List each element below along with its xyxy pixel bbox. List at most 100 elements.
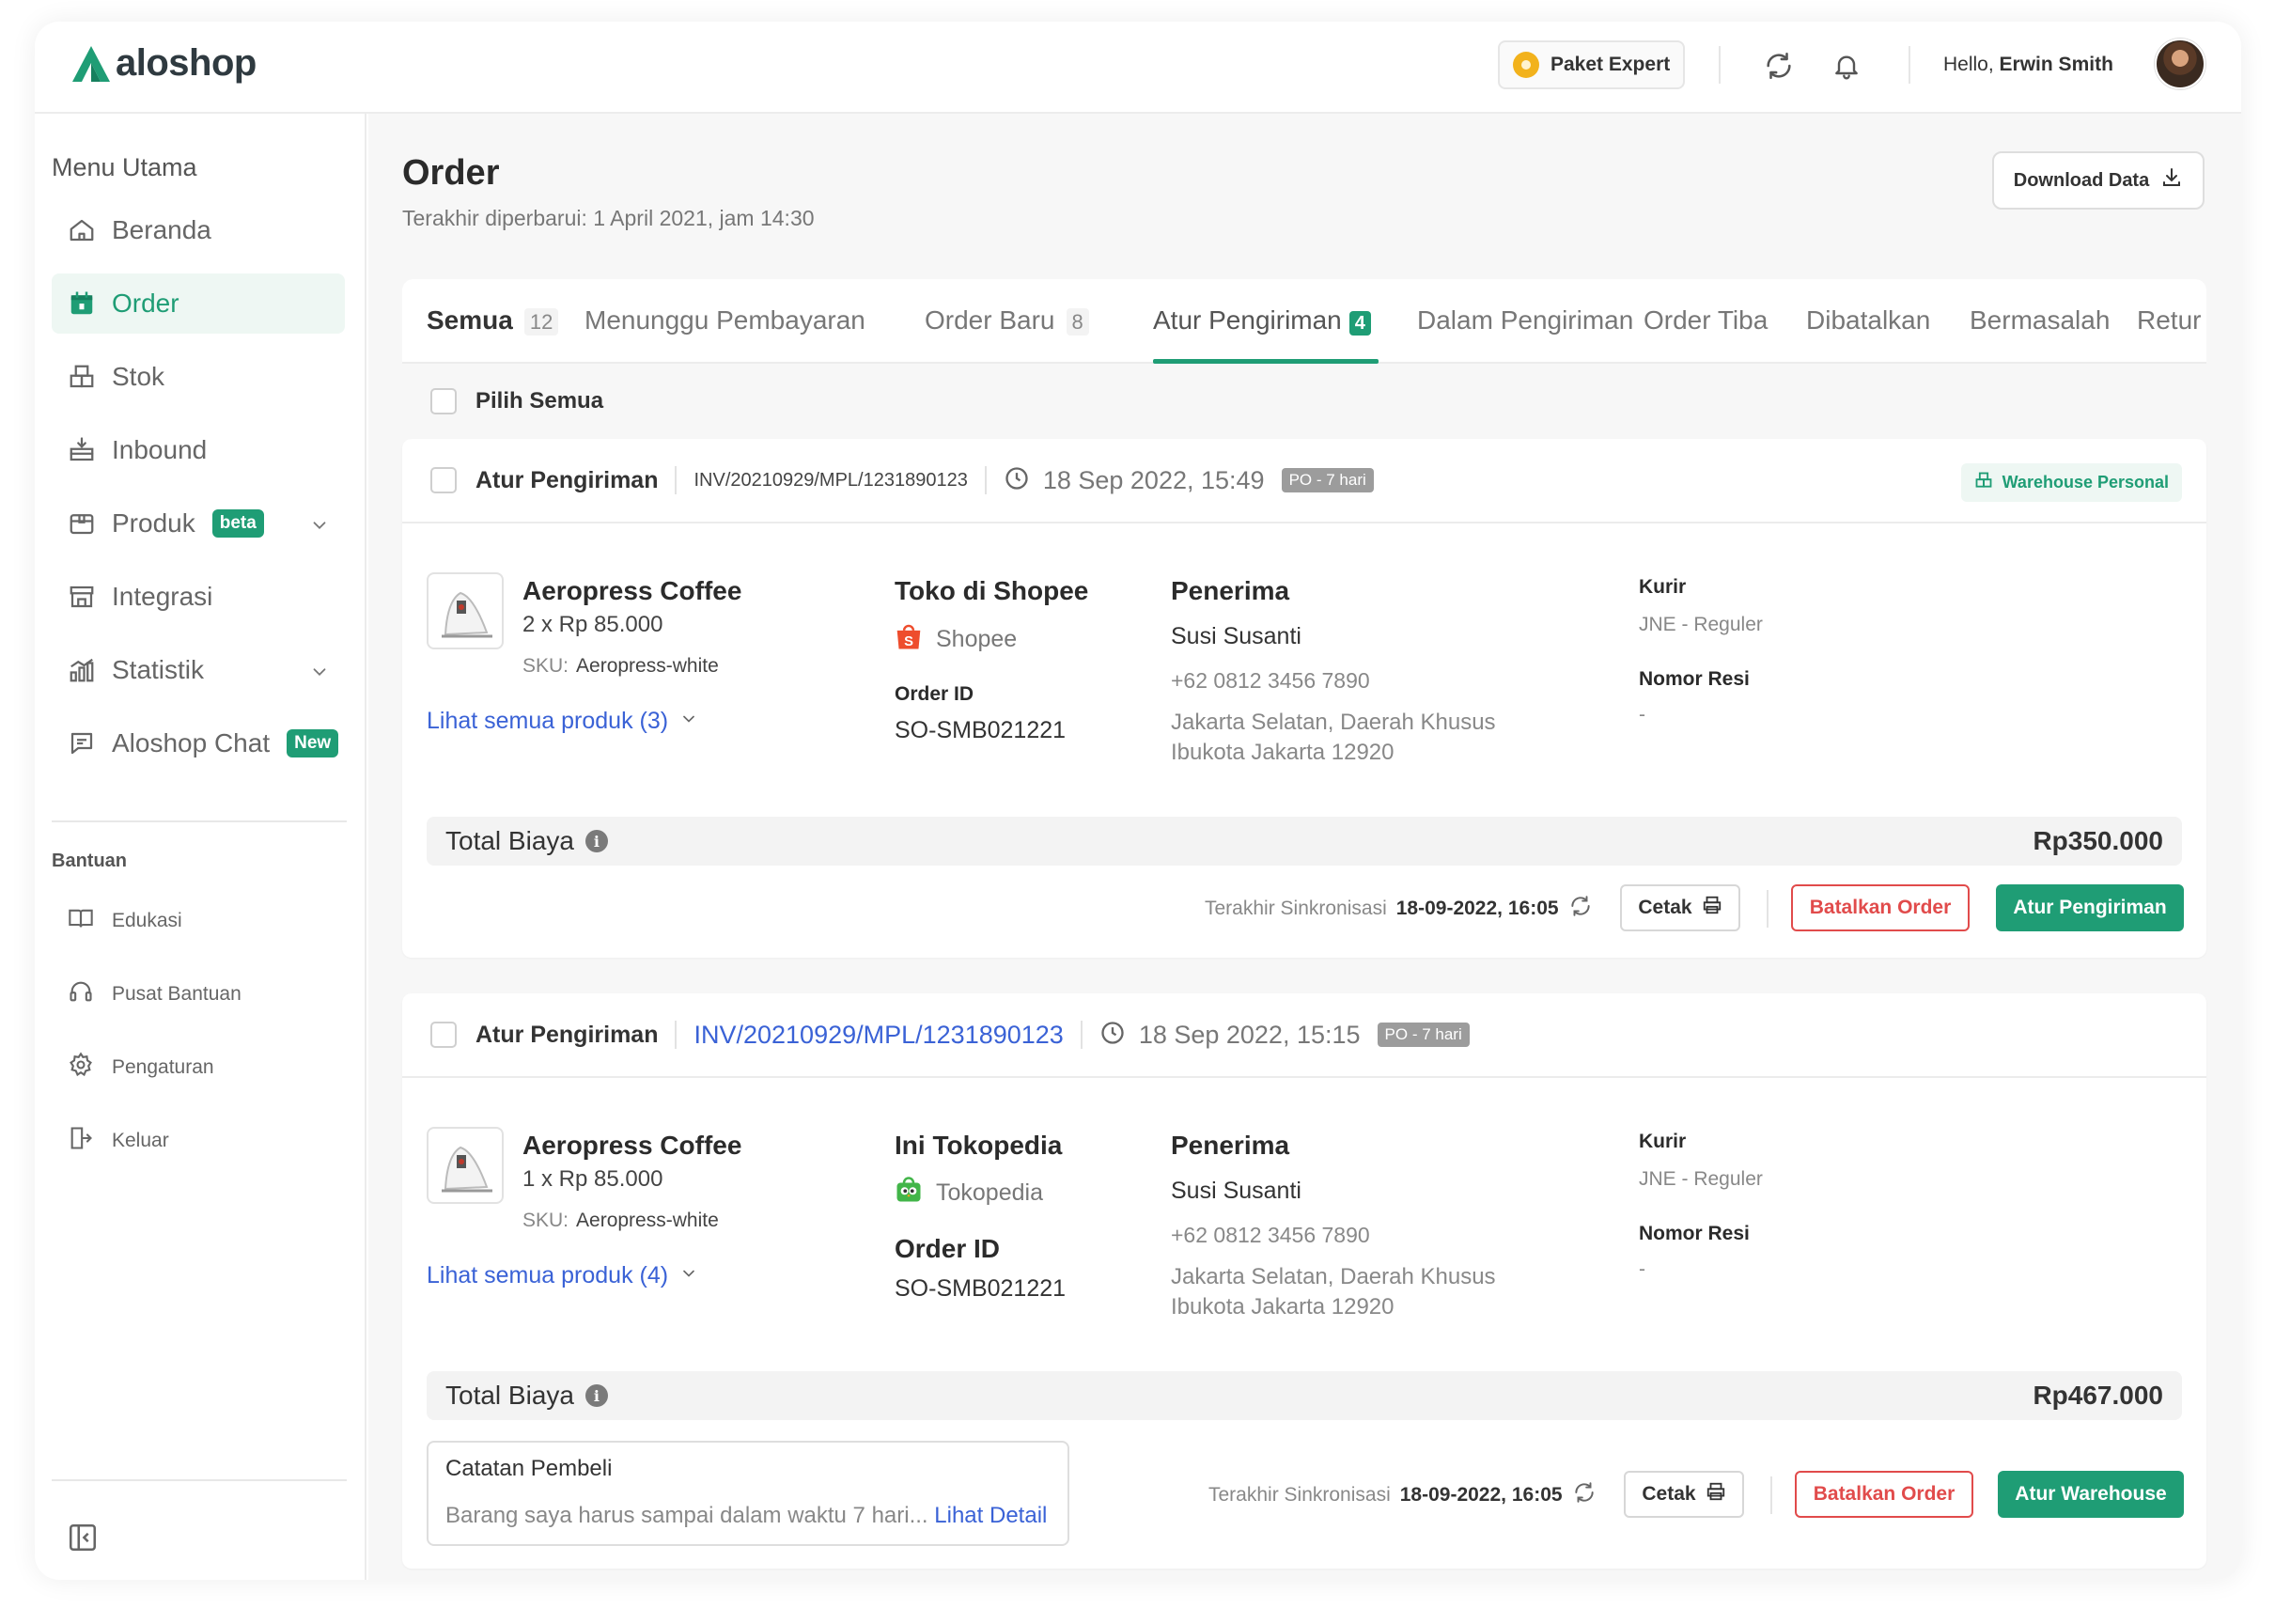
invoice-number: INV/20210929/MPL/1231890123: [693, 469, 968, 491]
order-checkbox[interactable]: [430, 467, 457, 493]
help-item-keluar[interactable]: Keluar: [52, 1117, 169, 1164]
sidebar-item-beranda[interactable]: Beranda: [52, 200, 345, 260]
cancel-order-button[interactable]: Batalkan Order: [1795, 1471, 1973, 1518]
main-content: Order Terakhir diperbarui: 1 April 2021,…: [368, 114, 2241, 1580]
select-all-checkbox[interactable]: [430, 388, 457, 414]
sidebar-item-statistik[interactable]: Statistik: [52, 640, 345, 700]
order-status: Atur Pengiriman: [475, 466, 659, 493]
resi-label: Nomor Resi: [1639, 1223, 1750, 1244]
sidebar-item-produk[interactable]: Produk beta: [52, 493, 345, 554]
sidebar-item-label: Integrasi: [112, 582, 213, 611]
sidebar-item-order[interactable]: Order: [52, 273, 345, 334]
primary-label: Atur Pengiriman: [2013, 897, 2167, 918]
see-all-products-link[interactable]: Lihat semua produk (4): [427, 1262, 698, 1289]
sync-icon[interactable]: [1568, 894, 1593, 924]
sidebar-item-inbound[interactable]: Inbound: [52, 420, 345, 480]
divider: [1770, 1476, 1772, 1514]
boxes-icon: [67, 362, 97, 392]
order-checkbox[interactable]: [430, 1022, 457, 1048]
avatar[interactable]: [2155, 39, 2205, 89]
see-all-products-link[interactable]: Lihat semua produk (3): [427, 708, 698, 735]
po-tag: PO - 7 hari: [1377, 1023, 1470, 1047]
primary-label: Atur Warehouse: [2015, 1483, 2167, 1505]
total-bar: Total Biaya i Rp350.000: [427, 817, 2182, 866]
note-body: Barang saya harus sampai dalam waktu 7 h…: [445, 1503, 928, 1528]
product-thumbnail[interactable]: [427, 572, 504, 649]
svg-text:S: S: [904, 634, 913, 649]
note-detail-link[interactable]: Lihat Detail: [934, 1503, 1047, 1528]
recipient-address: Jakarta Selatan, Daerah Khusus Ibukota J…: [1171, 1264, 1496, 1320]
tab-semua[interactable]: Semua 12: [427, 305, 559, 336]
app-name: aloshop: [116, 42, 257, 84]
chevron-down-icon[interactable]: [309, 512, 330, 542]
tab-dibatalkan[interactable]: Dibatalkan: [1806, 305, 1930, 336]
download-data-button[interactable]: Download Data: [1992, 151, 2205, 210]
sidebar-item-aloshop-chat[interactable]: Aloshop Chat New: [52, 713, 345, 773]
collapse-sidebar-icon[interactable]: [67, 1522, 101, 1555]
sidebar-item-label: Produk: [112, 508, 195, 538]
tab-label: Atur Pengiriman: [1153, 305, 1342, 335]
divider: [675, 466, 678, 494]
plan-button[interactable]: Paket Expert: [1498, 40, 1686, 89]
tab-dalam-pengiriman[interactable]: Dalam Pengiriman: [1417, 305, 1633, 336]
tab-label: Dibatalkan: [1806, 305, 1931, 335]
refresh-icon[interactable]: [1760, 47, 1798, 85]
recipient-name: Susi Susanti: [1171, 623, 1301, 649]
tab-retur[interactable]: Retur: [2137, 305, 2201, 336]
tab-order-tiba[interactable]: Order Tiba: [1644, 305, 1768, 336]
help-item-edukasi[interactable]: Edukasi: [52, 898, 182, 945]
arrange-shipping-button[interactable]: Atur Pengiriman: [1996, 884, 2184, 931]
select-all-label: Pilih Semua: [475, 388, 604, 414]
order-card-header: Atur Pengiriman INV/20210929/MPL/1231890…: [402, 993, 2206, 1078]
headset-icon: [67, 978, 95, 1010]
divider: [1080, 1021, 1083, 1049]
print-button[interactable]: Cetak: [1620, 884, 1740, 931]
sku-value: Aeropress-white: [576, 655, 719, 677]
product-thumbnail[interactable]: [427, 1127, 504, 1204]
sidebar-item-stok[interactable]: Stok: [52, 347, 345, 407]
status-tabs: Semua 12 Menunggu Pembayaran Order Baru 8 …: [402, 279, 2206, 364]
buyer-note: Catatan Pembeli Barang saya harus sampai…: [427, 1441, 1069, 1546]
see-all-label: Lihat semua produk (4): [427, 1262, 669, 1288]
courier-label: Kurir: [1639, 576, 1687, 598]
tokopedia-icon: [895, 1176, 923, 1210]
tab-order-baru[interactable]: Order Baru 8: [925, 305, 1089, 336]
sidebar-item-label: Statistik: [112, 655, 205, 684]
print-button[interactable]: Cetak: [1624, 1471, 1744, 1518]
invoice-link[interactable]: INV/20210929/MPL/1231890123: [693, 1021, 1063, 1050]
help-item-pengaturan[interactable]: Pengaturan: [52, 1044, 214, 1091]
total-label-text: Total Biaya: [445, 1381, 574, 1410]
bell-icon[interactable]: [1828, 47, 1865, 85]
marketplace: Tokopedia: [895, 1176, 1043, 1210]
info-icon[interactable]: i: [584, 830, 608, 852]
cancel-label: Batalkan Order: [1813, 1483, 1956, 1505]
help-item-pusat-bantuan[interactable]: Pusat Bantuan: [52, 971, 242, 1018]
calendar-icon: [67, 289, 97, 319]
store-icon: [67, 582, 97, 612]
product-qty: 2 x Rp 85.000: [522, 612, 663, 637]
order-status: Atur Pengiriman: [475, 1021, 659, 1048]
sku-label: SKU:: [522, 1210, 569, 1231]
sync-info: Terakhir Sinkronisasi 18-09-2022, 16:05: [1205, 894, 1593, 924]
divider: [984, 466, 987, 494]
tab-atur-pengiriman[interactable]: Atur Pengiriman 4: [1153, 305, 1371, 336]
product-name: Aeropress Coffee: [522, 1131, 742, 1160]
printer-icon: [1702, 895, 1722, 921]
note-text: Barang saya harus sampai dalam waktu 7 h…: [445, 1503, 1047, 1529]
tab-count: 8: [1066, 308, 1089, 336]
sidebar-item-integrasi[interactable]: Integrasi: [52, 567, 345, 627]
chevron-down-icon[interactable]: [309, 659, 330, 689]
info-icon[interactable]: i: [584, 1384, 608, 1407]
tab-menunggu-pembayaran[interactable]: Menunggu Pembayaran: [584, 305, 865, 336]
order-id: SO-SMB021221: [895, 1275, 1067, 1302]
cancel-order-button[interactable]: Batalkan Order: [1791, 884, 1970, 931]
arrange-warehouse-button[interactable]: Atur Warehouse: [1998, 1471, 2184, 1518]
sync-icon[interactable]: [1572, 1480, 1597, 1510]
user-name: Erwin Smith: [1999, 54, 2113, 75]
logout-icon: [67, 1125, 95, 1157]
order-card-header: Atur Pengiriman INV/20210929/MPL/1231890…: [402, 439, 2206, 523]
total-value: Rp467.000: [2033, 1381, 2163, 1410]
tab-bermasalah[interactable]: Bermasalah: [1970, 305, 2110, 336]
app-logo[interactable]: aloshop: [70, 42, 257, 85]
marketplace-label: Tokopedia: [936, 1179, 1043, 1206]
